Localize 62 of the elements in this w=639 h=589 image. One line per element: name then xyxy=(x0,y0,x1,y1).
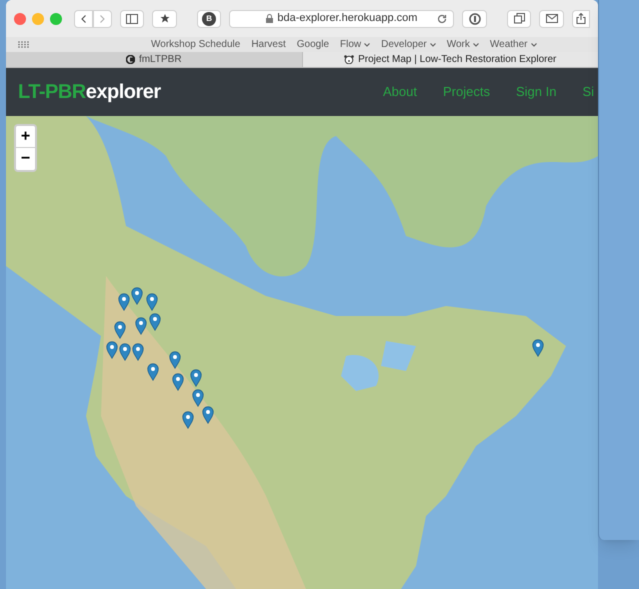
bookmark-link[interactable]: Harvest xyxy=(251,37,286,52)
bear-face-icon xyxy=(344,55,354,64)
close-window-icon[interactable] xyxy=(14,12,26,24)
profile-badge[interactable]: B xyxy=(202,12,216,26)
bookmark-button[interactable] xyxy=(152,10,177,28)
browser-tab[interactable]: Project Map | Low-Tech Restoration Explorer xyxy=(302,52,598,67)
circle-icon xyxy=(468,12,481,24)
zoom-in-button[interactable]: + xyxy=(16,126,35,148)
bookmark-folder[interactable]: Flow xyxy=(340,37,370,52)
zoom-out-button[interactable]: − xyxy=(16,148,35,170)
bookmark-folder[interactable]: Work xyxy=(446,37,479,52)
url-text: bda-explorer.herokuapp.com xyxy=(277,11,418,26)
tabs-icon xyxy=(514,13,525,24)
map-pin-icon[interactable] xyxy=(149,313,161,331)
tabs-overview-button[interactable] xyxy=(506,10,532,28)
map-pin-icon[interactable] xyxy=(114,321,126,339)
map-pin-icon[interactable] xyxy=(146,293,158,311)
lock-icon xyxy=(266,14,274,23)
map-pin-icon[interactable] xyxy=(131,287,143,305)
bookmark-link[interactable]: Google xyxy=(296,37,330,52)
map-pin-icon[interactable] xyxy=(147,363,159,381)
bookmark-folder[interactable]: Weather xyxy=(490,37,537,52)
nav-link[interactable]: About xyxy=(383,82,417,102)
bookmark-folder[interactable]: Developer xyxy=(381,37,436,52)
caret-icon xyxy=(364,42,370,46)
mail-button[interactable] xyxy=(539,10,564,28)
map-pin-icon[interactable] xyxy=(172,373,184,391)
map-pin-icon[interactable] xyxy=(182,411,194,429)
sidebar-icon xyxy=(126,14,138,24)
nav-link[interactable]: Projects xyxy=(442,82,490,102)
address-bar[interactable]: bda-explorer.herokuapp.com xyxy=(229,10,454,28)
map-pin-icon[interactable] xyxy=(106,341,118,359)
map-pin-icon[interactable] xyxy=(119,343,131,361)
caret-icon xyxy=(530,42,537,46)
map-pin-icon[interactable] xyxy=(118,293,130,311)
map-pin-icon[interactable] xyxy=(132,343,144,361)
browser-tab[interactable]: fmLTPBR xyxy=(6,52,302,67)
caret-icon xyxy=(472,42,479,46)
grid-icon[interactable] xyxy=(18,41,29,48)
nav-link[interactable]: Si xyxy=(582,82,594,102)
map-pin-icon[interactable] xyxy=(532,339,544,357)
chevron-left-icon xyxy=(81,14,86,22)
map-pin-icon[interactable] xyxy=(192,389,204,407)
map-pin-icon[interactable] xyxy=(190,369,202,387)
map-pin-icon[interactable] xyxy=(202,406,214,424)
mail-icon xyxy=(546,14,558,23)
extension-button[interactable] xyxy=(462,10,487,28)
bookmark-link[interactable]: Workshop Schedule xyxy=(151,37,240,52)
map-pin-icon[interactable] xyxy=(169,351,181,369)
brand-logo[interactable]: LT-PBRexplorer xyxy=(18,77,161,107)
map-view[interactable]: + − xyxy=(6,116,598,589)
back-button[interactable] xyxy=(74,10,93,28)
share-button[interactable] xyxy=(572,10,590,28)
caret-icon xyxy=(430,42,436,46)
share-icon xyxy=(576,13,586,24)
reload-icon[interactable] xyxy=(437,14,448,24)
sidebar-button[interactable] xyxy=(120,10,144,28)
tab-favicon-icon xyxy=(126,55,135,64)
map-pin-icon[interactable] xyxy=(135,317,147,335)
star-icon xyxy=(160,14,170,23)
chevron-right-icon xyxy=(100,14,105,22)
nav-link[interactable]: Sign In xyxy=(516,82,556,102)
